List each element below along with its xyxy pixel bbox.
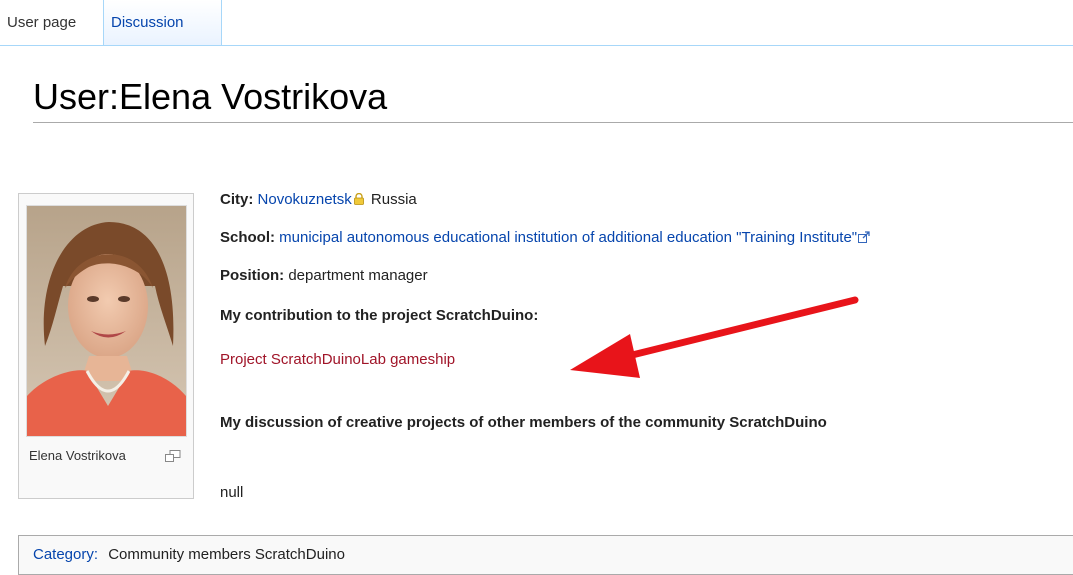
category-box: Category: Community members ScratchDuino [18,535,1073,575]
profile-photo[interactable] [26,205,187,437]
contribution-heading: My contribution to the project ScratchDu… [220,307,539,324]
school-row: School: municipal autonomous educational… [220,228,870,248]
school-label: School: [220,229,275,246]
country-text: Russia [370,191,417,208]
city-label: City: [220,191,254,208]
namespace-tabs: User page Discussion [0,0,1073,46]
tab-discussion-label: Discussion [111,14,184,31]
category-label[interactable]: Category: [33,546,98,563]
portrait-image [27,206,186,436]
discussion-heading: My discussion of creative projects of ot… [220,414,827,431]
external-link-icon [858,231,870,243]
title-divider [33,122,1073,123]
position-label: Position: [220,267,285,284]
lock-icon [353,193,364,205]
school-link[interactable]: municipal autonomous educational institu… [279,229,857,246]
thumbnail-caption: Elena Vostrikova [29,448,126,463]
page-title: User:Elena Vostrikova [33,76,388,117]
category-link[interactable]: Community members ScratchDuino [108,546,345,563]
tabbar-divider [0,45,1073,46]
city-link[interactable]: Novokuznetsk [258,191,352,208]
profile-thumbnail: Elena Vostrikova [18,193,194,499]
enlarge-icon[interactable] [165,450,181,462]
project-link[interactable]: Project ScratchDuinoLab gameship [220,350,455,370]
red-arrow-annotation [570,296,859,378]
null-text: null [220,484,244,501]
tab-discussion[interactable]: Discussion [104,0,222,45]
tab-user-page-label: User page [7,14,77,31]
city-row: City: Novokuznetsk Russia [220,190,417,210]
tab-user-page[interactable]: User page [0,0,104,46]
position-row: Position: department manager [220,266,428,286]
position-value: department manager [288,267,428,284]
